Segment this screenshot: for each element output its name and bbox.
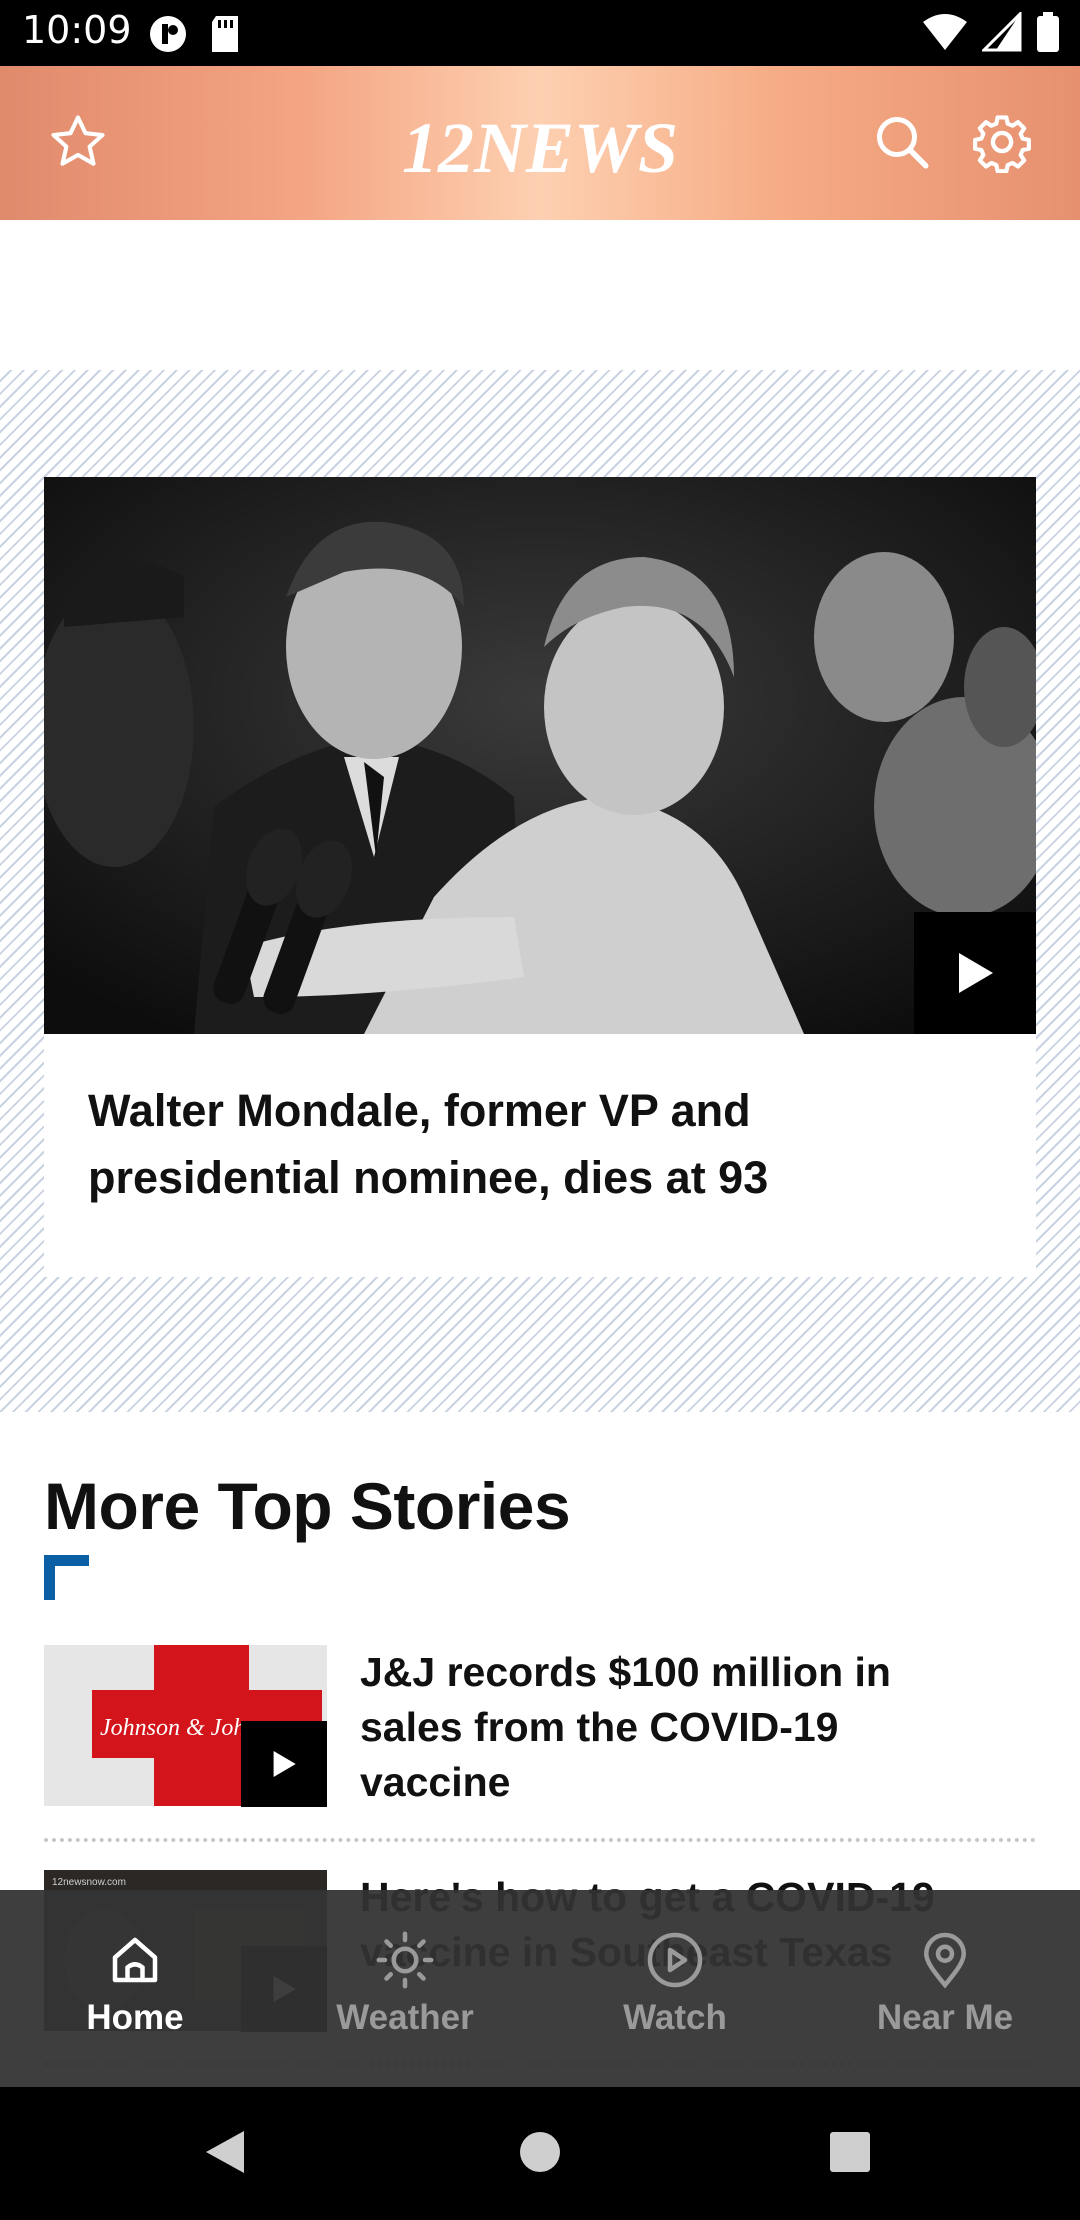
section-heading: More Top Stories	[44, 1469, 571, 1543]
nav-near-me[interactable]: Near Me	[810, 1890, 1080, 2087]
wifi-icon	[923, 14, 967, 50]
status-bar: 10:09	[0, 0, 1080, 66]
nav-weather[interactable]: Weather	[270, 1890, 540, 2087]
notification-app-icon	[150, 16, 186, 52]
gear-icon	[973, 115, 1031, 173]
nav-watch[interactable]: Watch	[540, 1890, 810, 2087]
hero-story-card[interactable]: Walter Mondale, former VP and presidenti…	[44, 477, 1036, 1277]
play-icon	[273, 1751, 296, 1777]
hero-headline[interactable]: Walter Mondale, former VP and presidenti…	[88, 1077, 988, 1211]
hero-section: Walter Mondale, former VP and presidenti…	[0, 370, 1080, 1412]
hero-video-play-button[interactable]	[914, 912, 1036, 1034]
logo-text: 12NEWS	[402, 108, 678, 186]
story-divider	[44, 1838, 1036, 1842]
section-accent-mark	[44, 1555, 89, 1600]
recents-icon[interactable]	[815, 2117, 885, 2187]
search-button[interactable]	[862, 102, 942, 182]
nav-label: Watch	[623, 1998, 727, 2037]
story-headline[interactable]: J&J records $100 million in sales from t…	[360, 1645, 1000, 1810]
thumb-source-text: 12newsnow.com	[52, 1877, 126, 1888]
hero-photo[interactable]	[44, 477, 1036, 1034]
battery-icon	[1037, 12, 1059, 52]
favorites-button[interactable]	[38, 102, 118, 182]
play-circle-icon	[647, 1932, 703, 1988]
sun-icon	[376, 1931, 434, 1989]
sd-card-icon	[212, 16, 238, 52]
app-header: 12NEWS	[0, 66, 1080, 220]
12news-logo[interactable]: 12NEWS	[370, 106, 710, 186]
nav-label: Home	[86, 1998, 184, 2037]
story-video-play-button[interactable]	[241, 1721, 327, 1807]
settings-button[interactable]	[962, 102, 1042, 182]
play-icon	[959, 953, 993, 993]
back-icon[interactable]	[190, 2117, 260, 2187]
star-icon	[51, 115, 105, 166]
hero-photo-illustration	[44, 477, 1036, 1034]
nav-label: Weather	[336, 1998, 474, 2037]
system-navigation-bar	[0, 2087, 1080, 2220]
cell-signal-icon	[982, 12, 1022, 52]
app-screen: 10:09 12NEWS Walter Mondale, former VP a…	[0, 0, 1080, 2220]
nav-home[interactable]: Home	[0, 1890, 270, 2087]
status-time: 10:09	[22, 8, 132, 52]
bottom-navigation: Home Weather Watch Near Me	[0, 1890, 1080, 2087]
search-icon	[877, 117, 929, 169]
nav-label: Near Me	[876, 1998, 1014, 2037]
home-icon	[112, 1937, 158, 1983]
location-pin-icon	[923, 1932, 967, 1989]
list-item[interactable]: Johnson & Johnson J&J records $100 milli…	[44, 1645, 1036, 1820]
home-circle-icon[interactable]	[505, 2117, 575, 2187]
